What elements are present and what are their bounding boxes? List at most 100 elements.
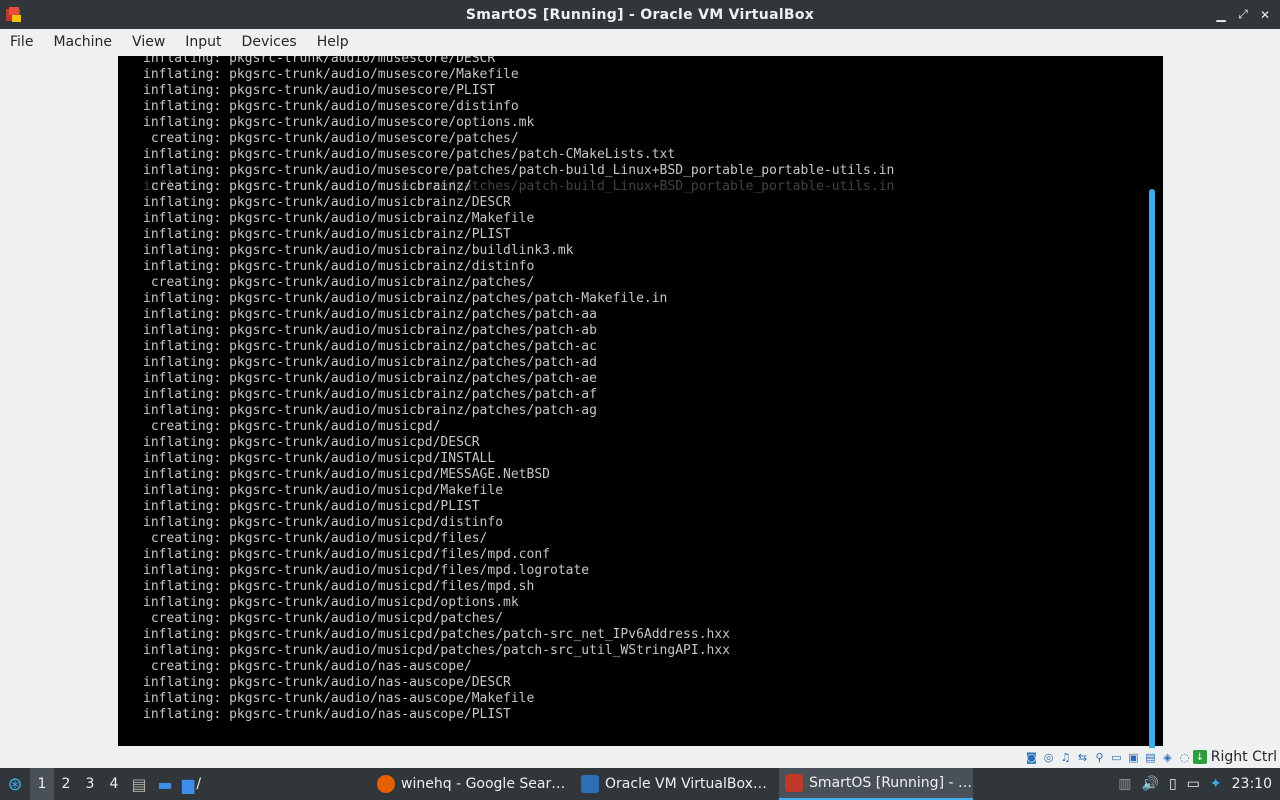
console-line: inflating: pkgsrc-trunk/audio/musicbrain… (143, 403, 597, 418)
system-tray: ▥ 🔊 ▯ ▭ ✦ 23:10 (1118, 768, 1280, 800)
folder-path-label: / (196, 776, 202, 792)
cpu-icon[interactable]: ◈ (1160, 749, 1175, 765)
menu-help[interactable]: Help (307, 29, 359, 56)
console-line: inflating: pkgsrc-trunk/audio/musicbrain… (143, 355, 597, 370)
console-line: inflating: pkgsrc-trunk/audio/musescore/… (143, 163, 895, 178)
console-line: creating: pkgsrc-trunk/audio/musicpd/ (143, 419, 441, 434)
minimize-button[interactable]: ▁ (1212, 6, 1230, 24)
console-line: inflating: pkgsrc-trunk/audio/nas-auscop… (143, 707, 511, 722)
menu-machine[interactable]: Machine (43, 29, 122, 56)
console-line: inflating: pkgsrc-trunk/audio/musicbrain… (143, 211, 535, 226)
application-launcher-icon[interactable]: ⊛ (0, 768, 30, 800)
usb-icon[interactable]: ⚲ (1092, 749, 1107, 765)
window-title: SmartOS [Running] - Oracle VM VirtualBox (465, 6, 815, 23)
console-line: inflating: pkgsrc-trunk/audio/musicpd/di… (143, 515, 504, 530)
network-icon[interactable]: ⇆ (1075, 749, 1090, 765)
console-line: inflating: pkgsrc-trunk/audio/musicpd/PL… (143, 499, 480, 514)
console-line: inflating: pkgsrc-trunk/audio/musescore/… (143, 83, 496, 98)
shared-folders-icon[interactable]: ▭ (1109, 749, 1124, 765)
menu-view[interactable]: View (122, 29, 175, 56)
console-line: inflating: pkgsrc-trunk/audio/musicbrain… (143, 195, 511, 210)
console-line: inflating: pkgsrc-trunk/audio/musicbrain… (143, 339, 597, 354)
volume-icon[interactable]: 🔊 (1142, 776, 1159, 792)
file-manager-icon[interactable]: ▤ (126, 768, 152, 800)
console-line: inflating: pkgsrc-trunk/audio/musicpd/fi… (143, 579, 535, 594)
folder-icon: ▆ (182, 774, 195, 794)
console-line: inflating: pkgsrc-trunk/audio/musescore/… (143, 147, 676, 162)
console-line: inflating: pkgsrc-trunk/audio/musicpd/DE… (143, 435, 480, 450)
console-line: inflating: pkgsrc-trunk/audio/musicpd/Ma… (143, 483, 504, 498)
console-line: inflating: pkgsrc-trunk/audio/musicbrain… (143, 323, 597, 338)
clipboard-icon[interactable]: ▯ (1169, 776, 1177, 792)
display-icon[interactable]: ▣ (1126, 749, 1141, 765)
menu-input[interactable]: Input (175, 29, 231, 56)
maximize-button[interactable]: ⤢ (1234, 6, 1252, 24)
taskbar: ⊛ 1 2 3 4 ▤ ▬ ▆ / winehq - Google Sear… … (0, 768, 1280, 800)
console-line: inflating: pkgsrc-trunk/audio/musicpd/pa… (143, 627, 730, 642)
console-line: creating: pkgsrc-trunk/audio/musicpd/fil… (143, 531, 488, 546)
console-line: inflating: pkgsrc-trunk/audio/musicbrain… (143, 243, 574, 258)
device-status-icons: ◙ ◎ ♫ ⇆ ⚲ ▭ ▣ ▤ ◈ ◌ (1024, 749, 1192, 765)
virtualbox-manager-icon (581, 775, 600, 793)
console-line: creating: pkgsrc-trunk/audio/musicbrainz… (143, 179, 472, 194)
task-virtualbox-manager[interactable]: Oracle VM VirtualBox… (575, 768, 779, 800)
console-line: inflating: pkgsrc-trunk/audio/musicpd/IN… (143, 451, 496, 466)
keyboard-capture-icon: ↓ (1192, 750, 1207, 764)
console-line: inflating: pkgsrc-trunk/audio/musicpd/fi… (143, 547, 550, 562)
menu-bar: File Machine View Input Devices Help (0, 29, 1280, 56)
task-firefox[interactable]: winehq - Google Sear… (371, 768, 575, 800)
optical-disk-icon[interactable]: ◎ (1041, 749, 1056, 765)
host-key-label: Right Ctrl (1210, 749, 1277, 765)
menu-devices[interactable]: Devices (232, 29, 307, 56)
console-line: inflating: pkgsrc-trunk/audio/musicpd/ME… (143, 467, 550, 482)
mouse-integration-icon[interactable]: ◌ (1177, 749, 1192, 765)
console-line: inflating: pkgsrc-trunk/audio/musicbrain… (143, 227, 511, 242)
console-line: inflating: pkgsrc-trunk/audio/musicbrain… (143, 307, 597, 322)
console-line: inflating: pkgsrc-trunk/audio/musescore/… (143, 99, 519, 114)
console-line: inflating: pkgsrc-trunk/audio/nas-auscop… (143, 691, 535, 706)
console-line: inflating: pkgsrc-trunk/audio/musescore/… (143, 115, 535, 130)
notes-icon[interactable]: ▥ (1118, 776, 1131, 792)
window-titlebar[interactable]: SmartOS [Running] - Oracle VM VirtualBox… (0, 0, 1280, 29)
console-output: inflating: pkgsrc-trunk/audio/musescore/… (143, 56, 894, 723)
console-line: creating: pkgsrc-trunk/audio/musicbrainz… (143, 275, 535, 290)
task-label-virtualbox-manager: Oracle VM VirtualBox… (605, 776, 767, 792)
clock[interactable]: 23:10 (1232, 776, 1272, 792)
workspace-1[interactable]: 1 (30, 768, 54, 800)
console-scrollbar[interactable] (1149, 189, 1155, 796)
menu-file[interactable]: File (0, 29, 43, 56)
console-line: inflating: pkgsrc-trunk/audio/musicbrain… (143, 259, 535, 274)
window-controls: ▁ ⤢ ✕ (1212, 0, 1274, 29)
console-line: inflating: pkgsrc-trunk/audio/musicbrain… (143, 291, 668, 306)
console-line: creating: pkgsrc-trunk/audio/nas-auscope… (143, 659, 472, 674)
folder-shortcut[interactable]: ▆ / (178, 768, 205, 800)
task-label-firefox: winehq - Google Sear… (401, 776, 566, 792)
hard-disk-icon[interactable]: ◙ (1024, 749, 1039, 765)
console-line: inflating: pkgsrc-trunk/audio/musicpd/op… (143, 595, 519, 610)
vm-status-bar: ◙ ◎ ♫ ⇆ ⚲ ▭ ▣ ▤ ◈ ◌ ↓ Right Ctrl (0, 748, 1280, 768)
console-line: inflating: pkgsrc-trunk/audio/musescore/… (143, 56, 496, 66)
workspace-2[interactable]: 2 (54, 768, 78, 800)
task-label-smartos-vm: SmartOS [Running] - … (809, 775, 972, 791)
host-key-indicator[interactable]: ↓ Right Ctrl (1192, 749, 1277, 765)
network-status-icon[interactable]: ✦ (1210, 776, 1222, 792)
video-capture-icon[interactable]: ▤ (1143, 749, 1158, 765)
console-line: creating: pkgsrc-trunk/audio/musicpd/pat… (143, 611, 504, 626)
vm-console-screen[interactable]: inflating: pkgsrc-trunk/audio/musescore/… (118, 56, 1163, 746)
console-line: inflating: pkgsrc-trunk/audio/musicpd/pa… (143, 643, 730, 658)
firefox-icon (377, 775, 396, 793)
close-button[interactable]: ✕ (1256, 6, 1274, 24)
console-line: inflating: pkgsrc-trunk/audio/musicbrain… (143, 371, 597, 386)
console-line: inflating: pkgsrc-trunk/audio/nas-auscop… (143, 675, 511, 690)
task-smartos-vm[interactable]: SmartOS [Running] - … (779, 768, 974, 800)
show-desktop-icon[interactable]: ▬ (152, 768, 178, 800)
console-line: inflating: pkgsrc-trunk/audio/musescore/… (143, 67, 519, 82)
smartos-vm-icon (785, 774, 804, 792)
console-line: inflating: pkgsrc-trunk/audio/musicpd/fi… (143, 563, 590, 578)
workspace-4[interactable]: 4 (102, 768, 126, 800)
display-settings-icon[interactable]: ▭ (1187, 776, 1200, 792)
workspace-3[interactable]: 3 (78, 768, 102, 800)
audio-icon[interactable]: ♫ (1058, 749, 1073, 765)
console-line: creating: pkgsrc-trunk/audio/musescore/p… (143, 131, 519, 146)
vm-display-area: inflating: pkgsrc-trunk/audio/musescore/… (0, 56, 1280, 796)
